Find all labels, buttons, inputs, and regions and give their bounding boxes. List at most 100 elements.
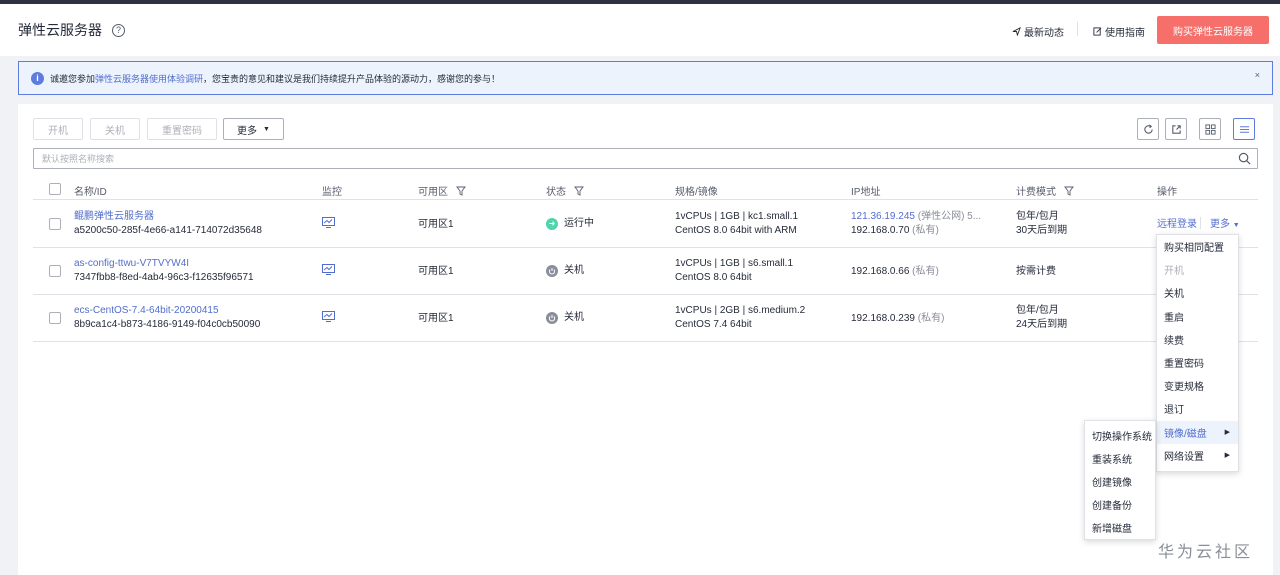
status-stopped: 关机 [546,311,584,324]
power-off-icon [546,311,558,324]
private-ip: 192.168.0.66 (私有) [851,265,939,278]
monitor-icon[interactable] [322,311,335,322]
menu-item-change-spec[interactable]: 变更规格 [1157,374,1238,397]
remote-login-link[interactable]: 远程登录 [1157,218,1197,231]
select-all-checkbox[interactable] [49,183,61,195]
buy-ecs-button[interactable]: 购买弹性云服务器 [1157,16,1269,44]
row-checkbox[interactable] [49,312,61,324]
zone-value: 可用区1 [418,219,454,230]
public-ip-link[interactable]: 121.36.19.245 [851,211,915,222]
refresh-button[interactable] [1137,118,1159,140]
menu-item-unsubscribe[interactable]: 退订 [1157,397,1238,420]
page-header: 弹性云服务器 ? [0,4,1280,56]
image-value: CentOS 8.0 64bit with ARM [675,225,797,236]
billing-mode: 包年/包月 [1016,305,1059,316]
menu-item-reset-password[interactable]: 重置密码 [1157,351,1238,374]
billing-expiry: 30天后到期 [1016,225,1068,236]
stop-button[interactable]: 关机 [90,118,140,140]
menu-item-restart[interactable]: 重启 [1157,305,1238,328]
header-divider [1077,22,1078,36]
table-row: 鲲鹏弹性云服务器 a5200c50-285f-4e66-a141-714072d… [33,201,1258,248]
reset-password-button[interactable]: 重置密码 [147,118,217,140]
search-icon[interactable] [1238,152,1251,165]
row-more-dropdown[interactable]: 更多 ▼ [1210,218,1240,232]
zone-value: 可用区1 [418,266,454,277]
search-bar[interactable] [33,148,1258,169]
spec-value: 1vCPUs | 1GB | kc1.small.1 [675,211,799,222]
col-zone: 可用区 [418,183,466,198]
private-ip-value: 192.168.0.66 [851,266,910,277]
col-ip: IP地址 [851,187,881,198]
watermark: 华为云社区 [1158,542,1254,561]
submenu-item-create-image[interactable]: 创建镜像 [1085,470,1155,493]
news-link[interactable]: 最新动态 [1012,24,1064,39]
grid-view-button[interactable] [1199,118,1221,140]
submenu-item-switch-os[interactable]: 切换操作系统 [1085,424,1155,447]
export-icon [1171,124,1181,134]
menu-item-buy-same[interactable]: 购买相同配置 [1157,235,1238,258]
col-monitor: 监控 [322,187,342,198]
instance-name-link[interactable]: 鲲鹏弹性云服务器 [74,210,154,223]
instance-id: 7347fbb8-f8ed-4ab4-96c3-f12635f96571 [74,272,254,283]
instance-name-link[interactable]: ecs-CentOS-7.4-64bit-20200415 [74,304,219,317]
send-icon [1012,27,1021,36]
status-text: 关机 [564,265,584,276]
table-header: 名称/ID 监控 可用区 状态 规格/镜像 IP地址 计费模式 操作 [33,180,1258,200]
col-zone-label: 可用区 [418,187,448,198]
running-status-icon: ➜ [546,217,558,230]
monitor-icon[interactable] [322,264,335,275]
table-row: ecs-CentOS-7.4-64bit-20200415 8b9ca1c4-b… [33,295,1258,342]
instance-id: 8b9ca1c4-b873-4186-9149-f04c0cb50090 [74,319,261,330]
submenu-item-create-backup[interactable]: 创建备份 [1085,493,1155,516]
col-status: 状态 [546,183,584,198]
spec-value: 1vCPUs | 2GB | s6.medium.2 [675,305,806,316]
help-icon[interactable]: ? [112,23,125,37]
billing-expiry: 24天后到期 [1016,319,1068,330]
billing-mode: 按需计费 [1016,266,1056,277]
instance-name-link[interactable]: as-config-ttwu-V7TVYW4I [74,257,189,270]
search-input[interactable] [42,153,1222,164]
menu-item-renew[interactable]: 续费 [1157,328,1238,351]
filter-icon[interactable] [456,186,466,196]
more-actions-menu: 购买相同配置 开机 关机 重启 续费 重置密码 变更规格 退订 镜像/磁盘 ▶ … [1156,234,1239,472]
guide-label: 使用指南 [1105,28,1145,39]
private-ip: 192.168.0.70 (私有) [851,224,939,237]
notice-suffix: ，您宝贵的意见和建议是我们持续提升产品体验的源动力，感谢您的参与！ [203,73,501,84]
action-divider [1200,217,1201,229]
public-ip: 121.36.19.245 (弹性公网) 5... [851,210,981,223]
row-checkbox[interactable] [49,265,61,277]
status-text: 关机 [564,312,584,323]
submenu-item-add-disk[interactable]: 新增磁盘 [1085,516,1155,539]
grid-icon [1204,123,1216,135]
image-value: CentOS 8.0 64bit [675,272,752,283]
filter-icon[interactable] [1064,186,1074,196]
instance-id: a5200c50-285f-4e66-a141-714072d35648 [74,225,262,236]
row-checkbox[interactable] [49,218,61,230]
col-billing: 计费模式 [1016,183,1074,198]
list-view-button[interactable] [1233,118,1255,140]
power-off-icon [546,264,558,277]
private-ip-value: 192.168.0.239 [851,313,915,324]
guide-link[interactable]: 使用指南 [1093,24,1145,39]
monitor-icon[interactable] [322,217,335,228]
menu-item-start[interactable]: 开机 [1157,258,1238,281]
close-icon[interactable]: × [1255,70,1260,80]
export-button[interactable] [1165,118,1187,140]
private-ip-tag: (私有) [912,266,939,277]
survey-link[interactable]: 弹性云服务器使用体验调研 [95,72,203,85]
col-action: 操作 [1157,187,1177,198]
menu-item-image-disk[interactable]: 镜像/磁盘 ▶ [1157,420,1238,444]
spec-value: 1vCPUs | 1GB | s6.small.1 [675,258,794,269]
more-actions-dropdown[interactable]: 更多 ▼ [223,118,284,140]
menu-item-network[interactable]: 网络设置 ▶ [1157,444,1238,467]
start-button[interactable]: 开机 [33,118,83,140]
col-billing-label: 计费模式 [1016,187,1056,198]
menu-item-image-disk-label: 镜像/磁盘 [1164,428,1207,440]
submenu-item-reinstall[interactable]: 重装系统 [1085,447,1155,470]
col-spec: 规格/镜像 [675,187,718,198]
row-more-label: 更多 [1210,219,1230,230]
menu-item-stop[interactable]: 关机 [1157,281,1238,304]
caret-right-icon: ▶ [1224,429,1230,437]
private-ip-tag: (私有) [912,225,939,236]
filter-icon[interactable] [574,186,584,196]
